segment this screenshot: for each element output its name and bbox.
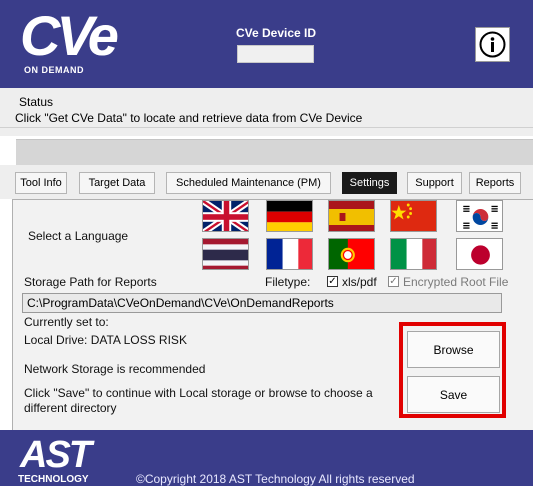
cve-logo: CVe xyxy=(20,4,119,67)
network-recommendation: Network Storage is recommended xyxy=(24,362,206,376)
save-instruction-line2: different directory xyxy=(24,401,117,415)
info-icon xyxy=(479,31,506,58)
tab-target-data[interactable]: Target Data xyxy=(79,172,155,194)
info-button[interactable] xyxy=(475,27,510,62)
flag-portugal-icon[interactable] xyxy=(328,238,375,270)
browse-button[interactable]: Browse xyxy=(407,331,500,368)
status-label: Status xyxy=(19,95,54,109)
flag-china-icon[interactable] xyxy=(390,200,437,232)
save-instruction-line1: Click "Save" to continue with Local stor… xyxy=(24,386,373,400)
device-id-field xyxy=(237,45,314,63)
flag-germany-icon[interactable] xyxy=(266,200,313,232)
xls-pdf-label: xls/pdf xyxy=(342,275,377,289)
cve-logo-subtext: ON DEMAND xyxy=(24,65,84,75)
status-message: Click "Get CVe Data" to locate and retri… xyxy=(15,111,363,125)
ast-logo-subtext: TECHNOLOGY xyxy=(18,474,89,485)
language-label: Select a Language xyxy=(28,229,129,243)
encrypted-root-label: Encrypted Root File xyxy=(403,275,509,289)
copyright-text: ©Copyright 2018 AST Technology All right… xyxy=(136,472,415,486)
save-button[interactable]: Save xyxy=(407,376,500,413)
flag-spain-icon[interactable] xyxy=(328,200,375,232)
flag-italy-icon[interactable] xyxy=(390,238,437,270)
tab-settings[interactable]: Settings xyxy=(342,172,397,194)
xls-pdf-checkbox[interactable]: ✓ xyxy=(327,276,338,287)
local-drive-warning: Local Drive: DATA LOSS RISK xyxy=(24,333,187,347)
device-id-label: CVe Device ID xyxy=(236,26,317,40)
tab-scheduled-maintenance[interactable]: Scheduled Maintenance (PM) xyxy=(166,172,331,194)
ast-logo: AST xyxy=(20,434,92,476)
encrypted-root-checkbox[interactable]: ✓ xyxy=(388,276,399,287)
currently-set-label: Currently set to: xyxy=(24,315,109,329)
flag-japan-icon[interactable] xyxy=(456,238,503,270)
tab-tool-info[interactable]: Tool Info xyxy=(15,172,67,194)
progress-bar xyxy=(16,139,533,165)
tab-support[interactable]: Support xyxy=(407,172,462,194)
divider xyxy=(0,127,533,128)
flag-korea-icon[interactable] xyxy=(456,200,503,232)
storage-path-field[interactable]: C:\ProgramData\CVeOnDemand\CVe\OnDemandR… xyxy=(22,293,502,313)
flag-uk-icon[interactable] xyxy=(202,200,249,232)
tab-reports[interactable]: Reports xyxy=(469,172,521,194)
filetype-label: Filetype: xyxy=(265,275,311,289)
storage-path-label: Storage Path for Reports xyxy=(24,275,157,289)
flag-thailand-icon[interactable] xyxy=(202,238,249,270)
flag-france-icon[interactable] xyxy=(266,238,313,270)
